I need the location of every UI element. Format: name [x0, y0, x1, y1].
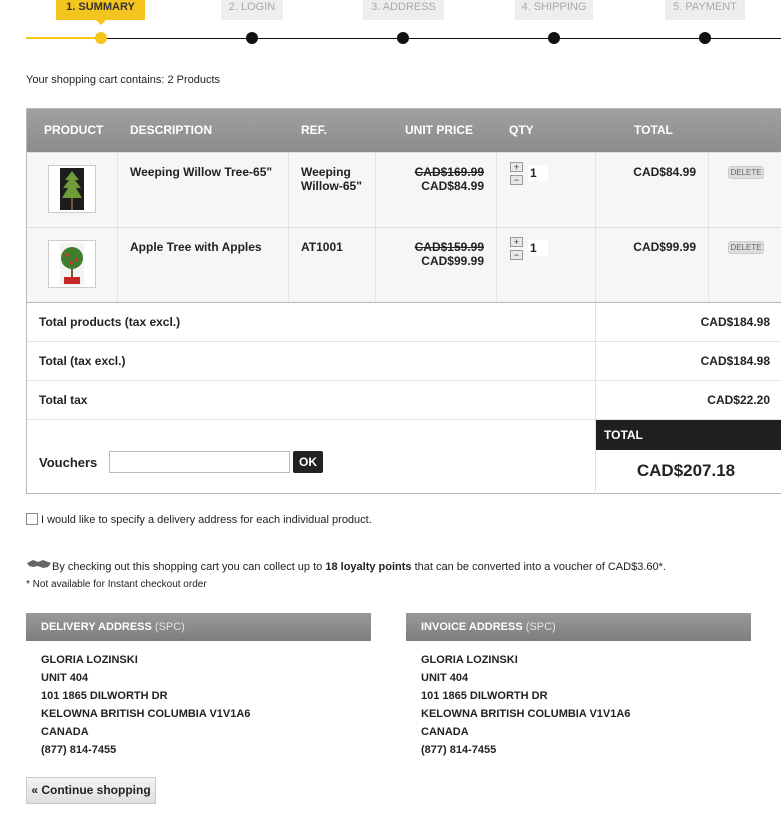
old-price: CAD$169.99	[414, 165, 484, 179]
col-qty: QTY	[509, 123, 534, 137]
step-track-line	[101, 38, 781, 39]
invoice-address-tag: (SPC)	[525, 621, 556, 633]
invoice-address-header: INVOICE ADDRESS (SPC)	[406, 613, 751, 641]
delivery-address: DELIVERY ADDRESS (SPC) GLORIA LOZINSKI U…	[26, 613, 371, 759]
qty-increase-button[interactable]: +	[510, 162, 523, 172]
total-tax-label: Total tax	[39, 393, 88, 407]
total-tax-row: Total tax CAD$22.20	[27, 380, 781, 419]
total-products-label: Total products (tax excl.)	[39, 315, 181, 329]
total-tax-excl-value: CAD$184.98	[700, 354, 770, 368]
address-line: 101 1865 DILWORTH DR	[41, 690, 168, 702]
step-dot-login	[246, 32, 258, 44]
qty-decrease-button[interactable]: −	[510, 250, 523, 260]
grand-total-value: CAD$207.18	[636, 461, 736, 480]
address-line: (877) 814-7455	[421, 744, 497, 756]
product-description[interactable]: Apple Tree with Apples	[130, 240, 285, 254]
delivery-address-header: DELIVERY ADDRESS (SPC)	[26, 613, 371, 641]
total-products-row: Total products (tax excl.) CAD$184.98	[27, 302, 781, 341]
loyalty-note: * Not available for Instant checkout ord…	[26, 579, 207, 590]
address-line: KELOWNA BRITISH COLUMBIA V1V1A6	[421, 708, 631, 720]
cart-table-header: PRODUCT DESCRIPTION REF. UNIT PRICE QTY …	[27, 109, 781, 152]
step-payment[interactable]: 5. PAYMENT	[665, 0, 745, 20]
row-total: CAD$84.99	[633, 165, 696, 179]
address-line: UNIT 404	[41, 672, 89, 684]
continue-shopping-button[interactable]: « Continue shopping	[26, 777, 156, 804]
cart-table: PRODUCT DESCRIPTION REF. UNIT PRICE QTY …	[26, 108, 781, 494]
address-line: 101 1865 DILWORTH DR	[421, 690, 548, 702]
cart-summary: Your shopping cart contains: 2 Products	[26, 74, 221, 86]
col-ref: REF.	[301, 123, 328, 137]
address-line: (877) 814-7455	[41, 744, 117, 756]
delivery-address-title: DELIVERY ADDRESS	[41, 621, 152, 633]
delete-button[interactable]: DELETE	[728, 241, 764, 254]
product-ref: Weeping Willow-65"	[301, 165, 362, 193]
multi-address-checkbox[interactable]	[26, 513, 38, 525]
address-line: CANADA	[41, 726, 89, 738]
invoice-address-title: INVOICE ADDRESS	[421, 621, 523, 633]
step-summary[interactable]: 1. SUMMARY	[56, 0, 145, 25]
voucher-label: Vouchers	[39, 455, 98, 470]
step-dot-summary	[95, 32, 107, 44]
qty-decrease-button[interactable]: −	[510, 175, 523, 185]
total-tax-excl-label: Total (tax excl.)	[39, 354, 126, 368]
grand-total: TOTAL CAD$207.18	[595, 420, 781, 494]
step-shipping[interactable]: 4. SHIPPING	[515, 0, 593, 20]
product-description[interactable]: Weeping Willow Tree-65"	[130, 165, 285, 179]
step-login[interactable]: 2. LOGIN	[221, 0, 283, 20]
row-total: CAD$99.99	[633, 240, 696, 254]
address-line: GLORIA LOZINSKI	[421, 654, 518, 666]
qty-input[interactable]: 1	[528, 165, 548, 181]
total-tax-value: CAD$22.20	[707, 393, 770, 407]
step-address[interactable]: 3. ADDRESS	[363, 0, 444, 20]
loyalty-suffix: that can be converted into a voucher of …	[414, 561, 666, 573]
unit-price: CAD$84.99	[421, 179, 484, 193]
step-progress-line	[26, 37, 101, 39]
loyalty-info: By checking out this shopping cart you c…	[26, 558, 666, 574]
loyalty-points: 18 loyalty points	[325, 561, 412, 573]
step-dot-address	[397, 32, 409, 44]
loyalty-prefix: By checking out this shopping cart you c…	[52, 561, 323, 573]
invoice-address: INVOICE ADDRESS (SPC) GLORIA LOZINSKI UN…	[406, 613, 751, 759]
col-product: PRODUCT	[44, 123, 104, 137]
grand-total-label: TOTAL	[596, 420, 781, 450]
product-image[interactable]	[48, 240, 96, 288]
col-unit-price: UNIT PRICE	[405, 123, 474, 137]
address-line: CANADA	[421, 726, 469, 738]
col-total: TOTAL	[634, 123, 673, 137]
address-line: KELOWNA BRITISH COLUMBIA V1V1A6	[41, 708, 251, 720]
address-line: UNIT 404	[421, 672, 469, 684]
old-price: CAD$159.99	[414, 240, 484, 254]
voucher-ok-button[interactable]: OK	[293, 451, 323, 473]
step-dot-shipping	[548, 32, 560, 44]
handshake-icon	[26, 558, 52, 570]
voucher-row: Vouchers OK TOTAL CAD$207.18	[27, 419, 781, 494]
multi-address-option: I would like to specify a delivery addre…	[26, 513, 372, 526]
address-line: GLORIA LOZINSKI	[41, 654, 138, 666]
checkout-steps: 1. SUMMARY 2. LOGIN 3. ADDRESS 4. SHIPPI…	[0, 0, 781, 50]
total-products-value: CAD$184.98	[700, 315, 770, 329]
qty-input[interactable]: 1	[528, 240, 548, 256]
product-ref: AT1001	[301, 240, 343, 254]
unit-price: CAD$99.99	[421, 254, 484, 268]
table-row: Weeping Willow Tree-65" Weeping Willow-6…	[27, 152, 781, 228]
col-description: DESCRIPTION	[130, 123, 213, 137]
table-row: Apple Tree with Apples AT1001 CAD$159.99…	[27, 227, 781, 303]
voucher-input[interactable]	[109, 451, 290, 473]
total-tax-excl-row: Total (tax excl.) CAD$184.98	[27, 341, 781, 380]
step-dot-payment	[699, 32, 711, 44]
multi-address-label[interactable]: I would like to specify a delivery addre…	[41, 514, 372, 526]
delete-button[interactable]: DELETE	[728, 166, 764, 179]
product-image[interactable]	[48, 165, 96, 213]
qty-increase-button[interactable]: +	[510, 237, 523, 247]
delivery-address-tag: (SPC)	[154, 621, 185, 633]
